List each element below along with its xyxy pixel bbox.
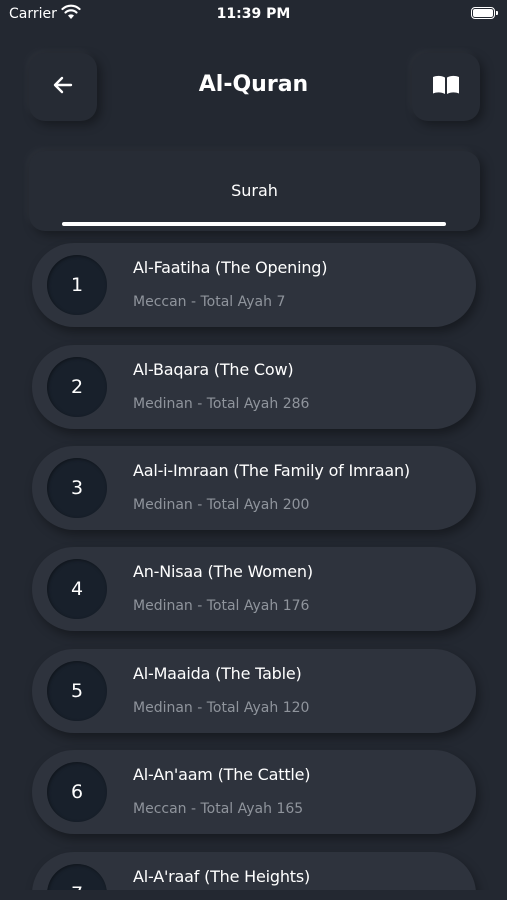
surah-number-badge: 7 — [47, 864, 107, 890]
surah-meta: Meccan - Total Ayah 7 — [133, 294, 286, 310]
list-item[interactable]: 6 Al-An'aam (The Cattle) Meccan - Total … — [32, 750, 476, 834]
list-item[interactable]: 7 Al-A'raaf (The Heights) — [32, 852, 476, 890]
surah-meta: Medinan - Total Ayah 120 — [133, 700, 310, 716]
surah-number-badge: 6 — [47, 762, 107, 822]
tab-surah[interactable]: Surah — [29, 181, 480, 200]
surah-number-badge: 3 — [47, 458, 107, 518]
surah-name: Al-An'aam (The Cattle) — [133, 765, 311, 784]
surah-name: Al-Baqara (The Cow) — [133, 360, 294, 379]
surah-number-badge: 1 — [47, 255, 107, 315]
list-item[interactable]: 2 Al-Baqara (The Cow) Medinan - Total Ay… — [32, 345, 476, 429]
list-item[interactable]: 5 Al-Maaida (The Table) Medinan - Total … — [32, 649, 476, 733]
surah-name: An-Nisaa (The Women) — [133, 562, 313, 581]
battery-icon — [471, 7, 498, 19]
surah-name: Al-Maaida (The Table) — [133, 664, 302, 683]
surah-meta: Medinan - Total Ayah 200 — [133, 497, 310, 513]
surah-name: Al-Faatiha (The Opening) — [133, 258, 328, 277]
clock: 11:39 PM — [216, 6, 291, 22]
list-item[interactable]: 1 Al-Faatiha (The Opening) Meccan - Tota… — [32, 243, 476, 327]
surah-number-badge: 4 — [47, 559, 107, 619]
surah-list-viewport[interactable]: 1 Al-Faatiha (The Opening) Meccan - Tota… — [0, 238, 507, 890]
tab-bar: Surah — [29, 151, 480, 231]
list-item[interactable]: 4 An-Nisaa (The Women) Medinan - Total A… — [32, 547, 476, 631]
book-button[interactable] — [412, 53, 480, 121]
surah-number-badge: 5 — [47, 661, 107, 721]
surah-meta: Medinan - Total Ayah 286 — [133, 396, 310, 412]
surah-number-badge: 2 — [47, 357, 107, 417]
surah-name: Al-A'raaf (The Heights) — [133, 867, 311, 886]
status-bar: Carrier 11:39 PM — [0, 0, 507, 28]
surah-name: Aal-i-Imraan (The Family of Imraan) — [133, 461, 410, 480]
surah-meta: Medinan - Total Ayah 176 — [133, 598, 310, 614]
list-item[interactable]: 3 Aal-i-Imraan (The Family of Imraan) Me… — [32, 446, 476, 530]
open-book-icon — [431, 73, 461, 101]
tab-indicator — [62, 222, 446, 226]
surah-meta: Meccan - Total Ayah 165 — [133, 801, 304, 817]
